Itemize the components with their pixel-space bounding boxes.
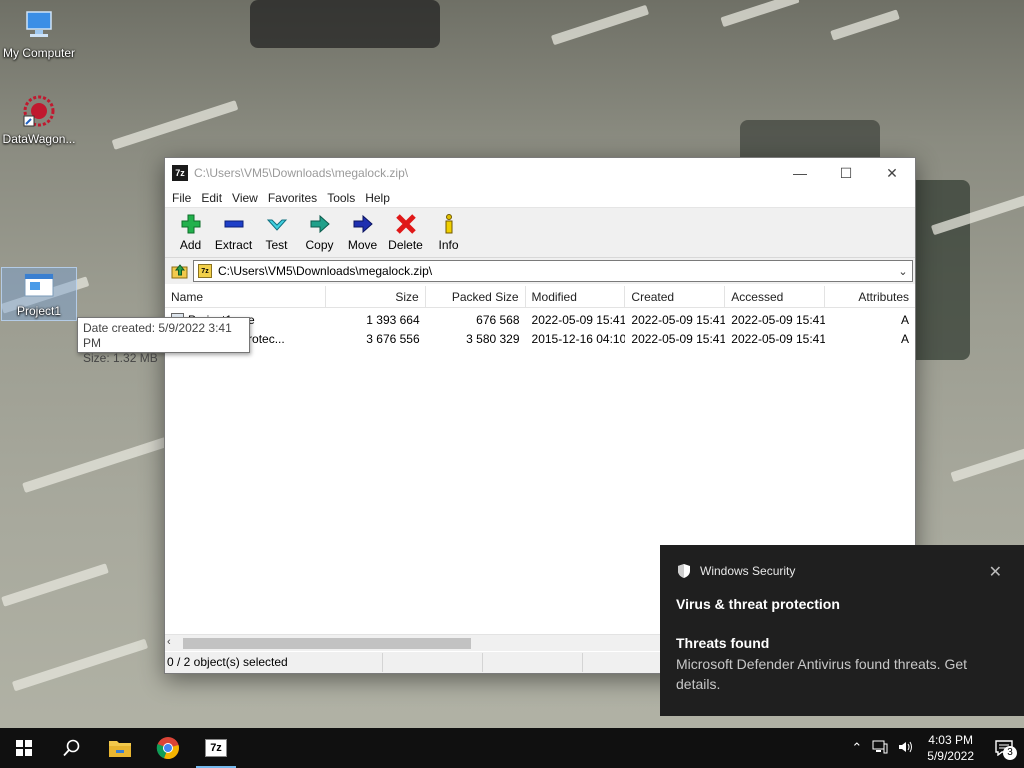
scrollbar-thumb[interactable]	[183, 638, 471, 649]
datawagon-icon	[22, 94, 56, 128]
toast-body: Microsoft Defender Antivirus found threa…	[676, 656, 968, 692]
test-button[interactable]: Test	[255, 208, 298, 252]
file-tooltip: Date created: 5/9/2022 3:41 PM Size: 1.3…	[77, 317, 250, 365]
file-explorer-icon	[109, 741, 131, 757]
chevron-down-icon[interactable]: ⌄	[894, 265, 912, 278]
desktop-icon-label: Project1	[16, 304, 62, 318]
menu-file[interactable]: File	[167, 191, 196, 205]
menu-bar: File Edit View Favorites Tools Help	[165, 188, 915, 208]
chrome-button[interactable]	[144, 728, 192, 768]
move-arrow-icon	[352, 213, 374, 235]
toast-subheading: Threats found	[676, 635, 770, 651]
scroll-left-icon[interactable]: ‹	[167, 636, 171, 648]
tooltip-size: Size: 1.32 MB	[83, 351, 158, 365]
7zip-app-icon: 7z	[172, 165, 188, 181]
chevron-up-icon[interactable]: ⌃	[846, 740, 867, 756]
window-titlebar[interactable]: 7z C:\Users\VM5\Downloads\megalock.zip\ …	[165, 158, 915, 188]
close-icon[interactable]: ✕	[989, 562, 1002, 582]
menu-tools[interactable]: Tools	[322, 191, 360, 205]
toolbar: Add Extract Test Copy Move Delete Info	[165, 208, 915, 258]
tooltip-date-created: Date created: 5/9/2022 3:41 PM	[83, 321, 232, 350]
file-explorer-button[interactable]	[96, 728, 144, 768]
menu-edit[interactable]: Edit	[196, 191, 227, 205]
minimize-button[interactable]: —	[777, 158, 823, 188]
up-folder-button[interactable]	[167, 260, 193, 282]
toast-heading: Virus & threat protection	[676, 596, 840, 612]
notification-badge: 3	[1003, 746, 1017, 760]
computer-icon	[22, 8, 56, 42]
minus-icon	[223, 213, 245, 235]
info-button[interactable]: Info	[427, 208, 470, 252]
network-icon[interactable]	[867, 740, 893, 757]
desktop-icon-my-computer[interactable]: My Computer	[1, 8, 77, 60]
address-bar: 7z C:\Users\VM5\Downloads\megalock.zip\ …	[165, 258, 915, 284]
start-icon	[16, 740, 32, 756]
column-name[interactable]: Name	[165, 286, 326, 308]
column-accessed[interactable]: Accessed	[725, 286, 826, 308]
window-title: C:\Users\VM5\Downloads\megalock.zip\	[194, 166, 409, 180]
check-icon	[266, 213, 288, 235]
table-row[interactable]: Windows Protec... 3 676 556 3 580 329 20…	[165, 329, 915, 348]
start-button[interactable]	[0, 728, 48, 768]
status-cell	[483, 653, 583, 672]
copy-button[interactable]: Copy	[298, 208, 341, 252]
menu-view[interactable]: View	[227, 191, 263, 205]
extract-button[interactable]: Extract	[212, 208, 255, 252]
7zip-taskbar-button[interactable]: 7z	[192, 728, 240, 768]
move-button[interactable]: Move	[341, 208, 384, 252]
taskbar: 7z ⌃ 4:03 PM 5/9/2022 3	[0, 728, 1024, 768]
search-button[interactable]	[48, 728, 96, 768]
column-packed-size[interactable]: Packed Size	[426, 286, 526, 308]
plus-icon	[180, 213, 202, 235]
chrome-icon	[156, 737, 179, 760]
list-header: Name Size Packed Size Modified Created A…	[165, 286, 915, 308]
clock-time: 4:03 PM	[928, 733, 973, 747]
address-path: C:\Users\VM5\Downloads\megalock.zip\	[218, 264, 433, 278]
exe-file-icon	[22, 272, 56, 300]
clock[interactable]: 4:03 PM 5/9/2022	[919, 732, 984, 764]
up-folder-icon	[171, 264, 188, 279]
desktop-icon-label: My Computer	[2, 46, 76, 60]
desktop-icon-project1[interactable]: Project1	[1, 267, 77, 321]
add-button[interactable]: Add	[169, 208, 212, 252]
copy-arrow-icon	[309, 213, 331, 235]
menu-favorites[interactable]: Favorites	[263, 191, 322, 205]
address-field[interactable]: 7z C:\Users\VM5\Downloads\megalock.zip\ …	[193, 260, 913, 282]
status-selection: 0 / 2 object(s) selected	[165, 653, 383, 672]
clock-date: 5/9/2022	[927, 749, 974, 763]
action-center-button[interactable]: 3	[984, 728, 1024, 768]
close-button[interactable]: ✕	[869, 158, 915, 188]
desktop-icon-label: DataWagon...	[2, 132, 76, 146]
menu-help[interactable]: Help	[360, 191, 395, 205]
delete-x-icon	[395, 213, 417, 235]
column-attributes[interactable]: Attributes	[825, 286, 915, 308]
column-size[interactable]: Size	[326, 286, 426, 308]
column-created[interactable]: Created	[625, 286, 726, 308]
delete-button[interactable]: Delete	[384, 208, 427, 252]
maximize-button[interactable]: ☐	[823, 158, 869, 188]
column-modified[interactable]: Modified	[526, 286, 626, 308]
table-row[interactable]: Project1.exe 1 393 664 676 568 2022-05-0…	[165, 310, 915, 329]
toast-app-name: Windows Security	[700, 564, 796, 578]
shield-icon	[678, 564, 690, 578]
system-tray: ⌃ 4:03 PM 5/9/2022 3	[846, 728, 1024, 768]
search-icon	[63, 739, 80, 757]
status-cell	[383, 653, 483, 672]
volume-icon[interactable]	[893, 740, 919, 757]
info-icon	[438, 213, 460, 235]
windows-security-notification[interactable]: Windows Security ✕ Virus & threat protec…	[660, 545, 1024, 716]
zip-archive-icon: 7z	[198, 264, 212, 278]
7zip-icon: 7z	[205, 739, 227, 757]
desktop-icon-datawagon[interactable]: DataWagon...	[1, 94, 77, 146]
